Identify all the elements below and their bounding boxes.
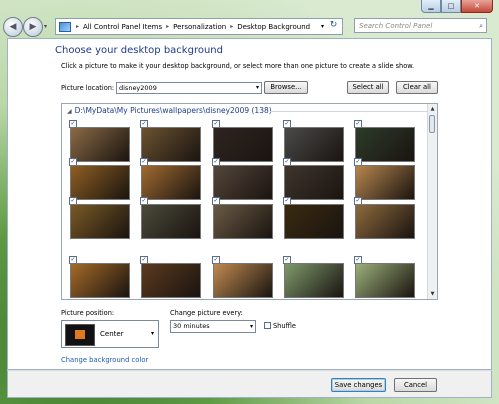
search-icon[interactable]: ⌕: [479, 19, 483, 34]
thumbnail-image[interactable]: [213, 263, 273, 298]
group-header[interactable]: ◢ D:\MyData\My Pictures\wallpapers\disney…: [67, 106, 272, 115]
breadcrumb-separator-icon: ▸: [166, 23, 170, 30]
picture-location-label: Picture location:: [61, 84, 115, 92]
save-changes-button[interactable]: Save changes: [331, 378, 386, 392]
breadcrumb-desktop-background[interactable]: Desktop Background: [235, 23, 312, 31]
thumbnail-image[interactable]: [355, 263, 415, 298]
shuffle-label[interactable]: Shuffle: [273, 322, 296, 330]
scroll-up-icon[interactable]: ▲: [428, 105, 437, 113]
cancel-button[interactable]: Cancel: [394, 378, 437, 392]
control-panel-icon: [59, 21, 71, 32]
refresh-icon[interactable]: ↻: [327, 19, 340, 32]
window: ▁ □ ✕ ◀ ▶ ▾ ▸ All Control Panel Items ▸ …: [0, 0, 499, 404]
breadcrumb-separator-icon: ▸: [76, 23, 80, 30]
position-preview-icon: [65, 324, 95, 346]
address-bar[interactable]: ▸ All Control Panel Items ▸ Personalizat…: [55, 18, 343, 35]
chevron-down-icon: ▾: [150, 330, 154, 337]
thumbnail-image[interactable]: [355, 204, 415, 239]
title-bar: ▁ □ ✕: [0, 0, 499, 14]
scrollbar-thumb[interactable]: [429, 115, 435, 133]
thumbnail-tile[interactable]: ✓: [138, 254, 204, 299]
vertical-scrollbar[interactable]: ▲ ▼: [427, 104, 437, 299]
browse-button[interactable]: Browse...: [264, 81, 308, 94]
thumbnail-image[interactable]: [70, 263, 130, 298]
thumbnail-tile[interactable]: ✓: [67, 254, 133, 299]
picture-position-label: Picture position:: [61, 309, 115, 317]
picture-gallery[interactable]: ◢ D:\MyData\My Pictures\wallpapers\disney…: [61, 103, 438, 300]
thumbnail-tile[interactable]: ✓: [210, 254, 276, 299]
thumbnail-tile[interactable]: ✓: [210, 195, 276, 251]
forward-button[interactable]: ▶: [23, 17, 43, 37]
shuffle-checkbox[interactable]: [264, 322, 271, 329]
minimize-button[interactable]: ▁: [421, 0, 441, 13]
breadcrumb-personalization[interactable]: Personalization: [171, 23, 228, 31]
search-placeholder: Search Control Panel: [359, 22, 433, 30]
close-button[interactable]: ✕: [461, 0, 493, 13]
chevron-down-icon: ▾: [255, 84, 259, 91]
recent-pages-button[interactable]: ▾: [44, 23, 47, 30]
thumbnail-tile[interactable]: ✓: [281, 195, 347, 251]
chevron-down-icon: ▾: [249, 323, 253, 330]
picture-position-value: Center: [100, 330, 124, 338]
breadcrumb-all-control-panel-items[interactable]: All Control Panel Items: [81, 23, 164, 31]
select-all-button[interactable]: Select all: [347, 81, 389, 94]
maximize-button[interactable]: □: [441, 0, 461, 13]
group-header-text: D:\MyData\My Pictures\wallpapers\disney2…: [74, 106, 272, 115]
collapse-icon[interactable]: ◢: [67, 108, 72, 115]
thumbnail-tile[interactable]: ✓: [281, 254, 347, 299]
change-background-color-link[interactable]: Change background color: [61, 356, 148, 364]
thumbnail-image[interactable]: [141, 204, 201, 239]
search-input[interactable]: Search Control Panel ⌕: [354, 18, 487, 33]
picture-position-select[interactable]: Center ▾: [61, 320, 159, 348]
page-title: Choose your desktop background: [55, 45, 223, 56]
picture-location-value: disney2009: [119, 84, 157, 92]
breadcrumb-separator-icon: ▸: [230, 23, 234, 30]
instruction-text: Click a picture to make it your desktop …: [61, 62, 415, 70]
group-divider: [270, 111, 428, 112]
picture-location-select[interactable]: disney2009 ▾: [116, 82, 262, 94]
change-every-select[interactable]: 30 minutes ▾: [170, 320, 256, 333]
navigation-bar: ◀ ▶ ▾ ▸ All Control Panel Items ▸ Person…: [0, 14, 499, 38]
thumbnail-tile[interactable]: ✓: [352, 195, 418, 251]
clear-all-button[interactable]: Clear all: [396, 81, 438, 94]
thumbnail-tile[interactable]: ✓: [138, 195, 204, 251]
thumbnail-image[interactable]: [141, 263, 201, 298]
back-button[interactable]: ◀: [3, 17, 23, 37]
thumbnail-image[interactable]: [284, 204, 344, 239]
thumbnail-tile[interactable]: ✓: [67, 195, 133, 251]
caption-buttons: ▁ □ ✕: [421, 0, 493, 13]
scroll-down-icon[interactable]: ▼: [428, 290, 437, 298]
change-every-value: 30 minutes: [173, 322, 210, 330]
thumbnail-tile[interactable]: ✓: [352, 254, 418, 299]
change-every-label: Change picture every:: [170, 309, 243, 317]
thumbnail-image[interactable]: [284, 263, 344, 298]
thumbnail-image[interactable]: [213, 204, 273, 239]
thumbnail-image[interactable]: [70, 204, 130, 239]
